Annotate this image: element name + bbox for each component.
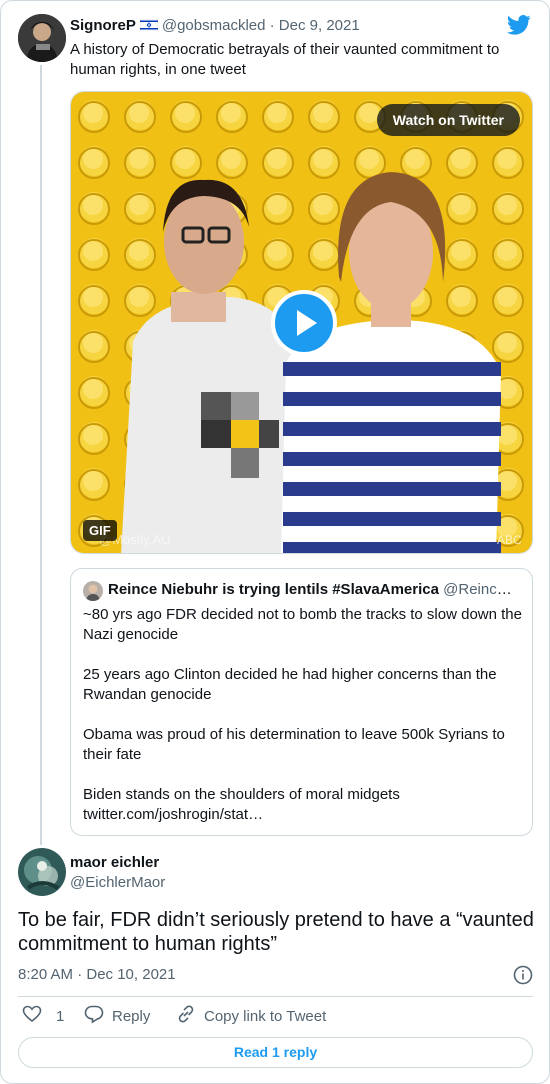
divider (18, 996, 533, 997)
quoted-tweet-header: Reince Niebuhr is trying lentils #SlavaA… (108, 581, 518, 598)
info-icon[interactable] (513, 965, 533, 985)
gif-media[interactable]: @Mostly.AU ABC Watch on Twitter GIF (70, 91, 533, 554)
reply-timestamp[interactable]: 8:20 AM · Dec 10, 2021 (18, 966, 176, 983)
quoted-paragraph: ~80 yrs ago FDR decided not to bomb the … (83, 606, 522, 643)
quoted-tweet-text: ~80 yrs ago FDR decided not to bomb the … (83, 605, 523, 825)
author-handle[interactable]: @gobsmackled (162, 17, 266, 34)
reply-bubble-icon (84, 1004, 104, 1028)
quoted-paragraph: Biden stands on the shoulders of moral m… (83, 786, 400, 803)
like-count: 1 (56, 1007, 65, 1025)
reply-text: To be fair, FDR didn’t seriously pretend… (18, 909, 534, 955)
quoted-tweet[interactable]: Reince Niebuhr is trying lentils #SlavaA… (70, 568, 533, 836)
quoted-author-handle: @Reince… (443, 581, 518, 598)
israel-flag-icon (139, 18, 159, 32)
play-icon[interactable] (271, 290, 337, 356)
author-name[interactable]: SignoreP (70, 17, 136, 34)
twitter-bird-icon[interactable] (506, 15, 531, 35)
watch-on-twitter-button[interactable]: Watch on Twitter (376, 104, 520, 136)
quoted-paragraph: 25 years ago Clinton decided he had high… (83, 666, 497, 703)
tweet-card: SignoreP @gobsmackled · Dec 9, 2021 A his… (0, 0, 550, 1084)
read-replies-button[interactable]: Read 1 reply (18, 1037, 533, 1068)
like-button[interactable]: 1 (22, 1004, 65, 1028)
quoted-paragraph: Obama was proud of his determination to … (83, 726, 505, 763)
gif-badge: GIF (83, 520, 117, 541)
author-avatar[interactable] (18, 14, 66, 62)
svg-text:ABC: ABC (497, 533, 522, 547)
copy-link-label: Copy link to Tweet (204, 1007, 327, 1025)
tweet-text: A history of Democratic betrayals of the… (70, 41, 500, 78)
tweet-date[interactable]: · Dec 9, 2021 (270, 17, 360, 34)
quoted-author-avatar (83, 581, 103, 601)
reply-author-handle[interactable]: @EichlerMaor (70, 874, 165, 891)
quoted-link[interactable]: twitter.com/joshrogin/stat… (83, 805, 523, 825)
copy-link-button[interactable]: Copy link to Tweet (176, 1004, 327, 1028)
reply-author-name[interactable]: maor eichler (70, 854, 159, 871)
author-header: SignoreP @gobsmackled · Dec 9, 2021 (70, 17, 360, 34)
link-icon (176, 1004, 196, 1028)
reply-button[interactable]: Reply (84, 1004, 151, 1028)
thread-connector-line (40, 65, 42, 845)
quoted-author-name: Reince Niebuhr is trying lentils #SlavaA… (108, 581, 439, 598)
reply-author-avatar[interactable] (18, 848, 66, 896)
heart-icon (22, 1004, 42, 1028)
reply-label: Reply (112, 1007, 151, 1025)
